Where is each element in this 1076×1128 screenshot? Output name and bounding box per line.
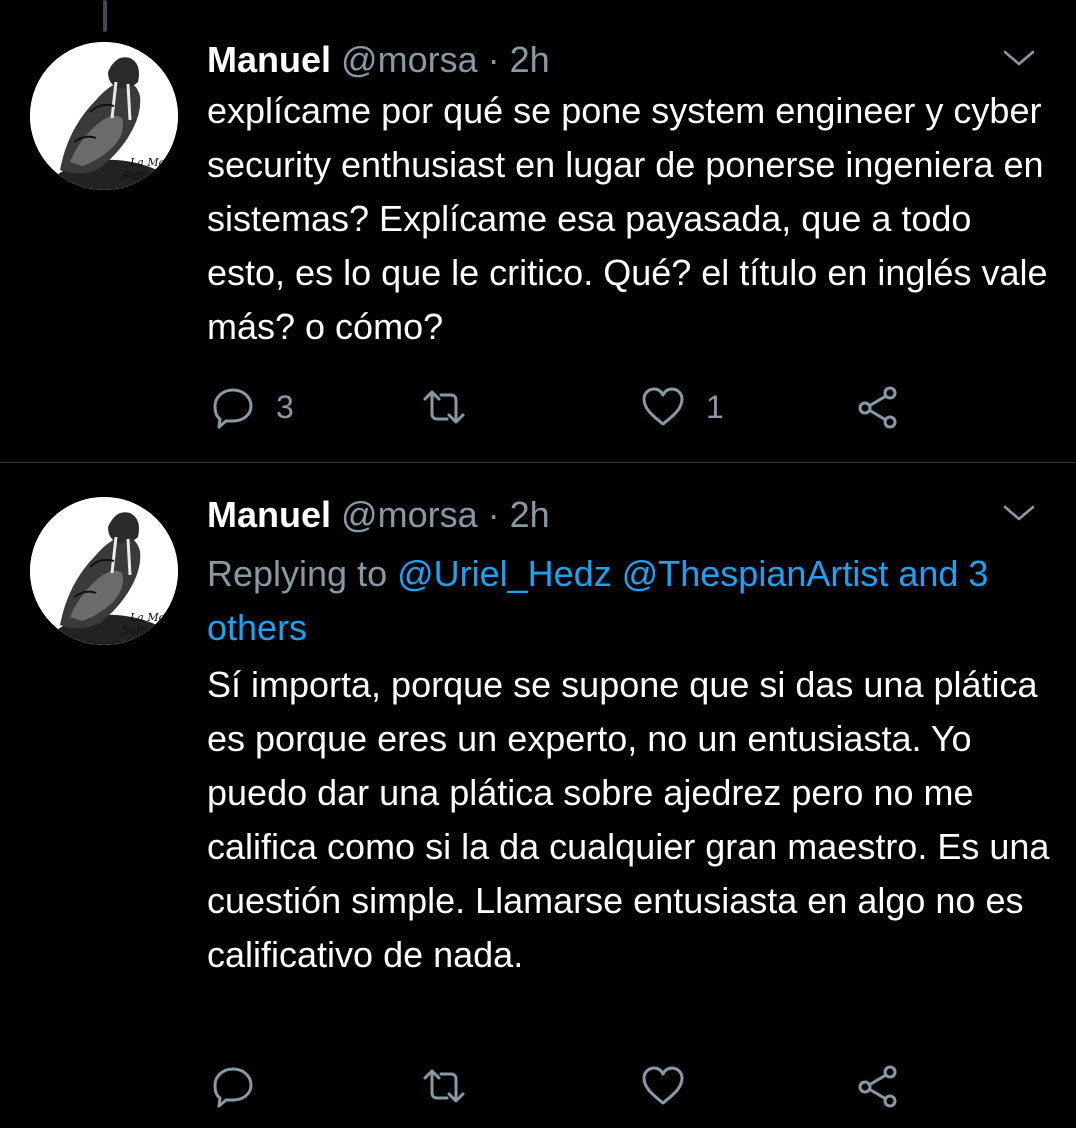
author-handle[interactable]: @morsa xyxy=(341,494,478,535)
reply-button[interactable] xyxy=(210,1061,276,1111)
reply-button[interactable]: 3 xyxy=(210,382,294,432)
like-button[interactable]: 1 xyxy=(640,382,724,432)
retweet-icon xyxy=(423,390,465,424)
retweet-button[interactable] xyxy=(421,382,487,432)
tweet-header: Manuel @morsa · 2h xyxy=(207,493,550,537)
avatar-caption: La Morsa xyxy=(129,156,178,169)
avatar[interactable]: La Morsa Software xyxy=(30,497,178,645)
replying-to: Replying to @Uriel_Hedz @ThespianArtist … xyxy=(207,547,1057,655)
tweet-menu-button[interactable] xyxy=(1002,48,1036,68)
avatar[interactable]: La Morsa Software xyxy=(30,42,178,190)
like-count: 1 xyxy=(706,388,724,425)
retweet-icon xyxy=(423,1069,465,1103)
replying-to-label: Replying to xyxy=(207,553,398,594)
avatar-caption: La Morsa xyxy=(129,611,178,624)
tweet[interactable]: La Morsa Software Manuel @morsa · 2h exp… xyxy=(0,0,1076,462)
walrus-avatar-image: La Morsa Software xyxy=(30,42,178,190)
tweet-text: Sí importa, porque se supone que si das … xyxy=(207,664,1050,975)
tweet-actions xyxy=(207,1061,927,1111)
author-name[interactable]: Manuel xyxy=(207,39,331,80)
share-icon xyxy=(858,1065,897,1108)
reply-count: 3 xyxy=(276,388,294,425)
walrus-avatar-image: La Morsa Software xyxy=(30,497,178,645)
share-button[interactable] xyxy=(855,382,901,432)
like-button[interactable] xyxy=(640,1061,706,1111)
reply-icon xyxy=(213,388,253,429)
meta-separator: · xyxy=(477,494,510,535)
tweet-timestamp[interactable]: 2h xyxy=(510,39,550,80)
chevron-down-icon xyxy=(1003,505,1035,521)
avatar-caption: Software xyxy=(122,624,173,637)
meta-separator: · xyxy=(477,39,510,80)
avatar-caption: Software xyxy=(122,169,173,182)
retweet-button[interactable] xyxy=(421,1061,487,1111)
tweet-menu-button[interactable] xyxy=(1002,503,1036,523)
tweet[interactable]: La Morsa Software Manuel @morsa · 2h Rep… xyxy=(0,463,1076,1128)
heart-icon xyxy=(642,387,684,426)
reply-icon xyxy=(213,1067,253,1108)
tweet-header: Manuel @morsa · 2h xyxy=(207,38,550,82)
tweet-actions: 3 1 xyxy=(207,382,927,432)
tweet-timestamp[interactable]: 2h xyxy=(510,494,550,535)
tweet-text: explícame por qué se pone system enginee… xyxy=(207,90,1048,347)
author-name[interactable]: Manuel xyxy=(207,494,331,535)
heart-icon xyxy=(642,1066,684,1105)
share-button[interactable] xyxy=(855,1061,901,1111)
author-handle[interactable]: @morsa xyxy=(341,39,478,80)
chevron-down-icon xyxy=(1003,50,1035,66)
share-icon xyxy=(858,386,897,429)
